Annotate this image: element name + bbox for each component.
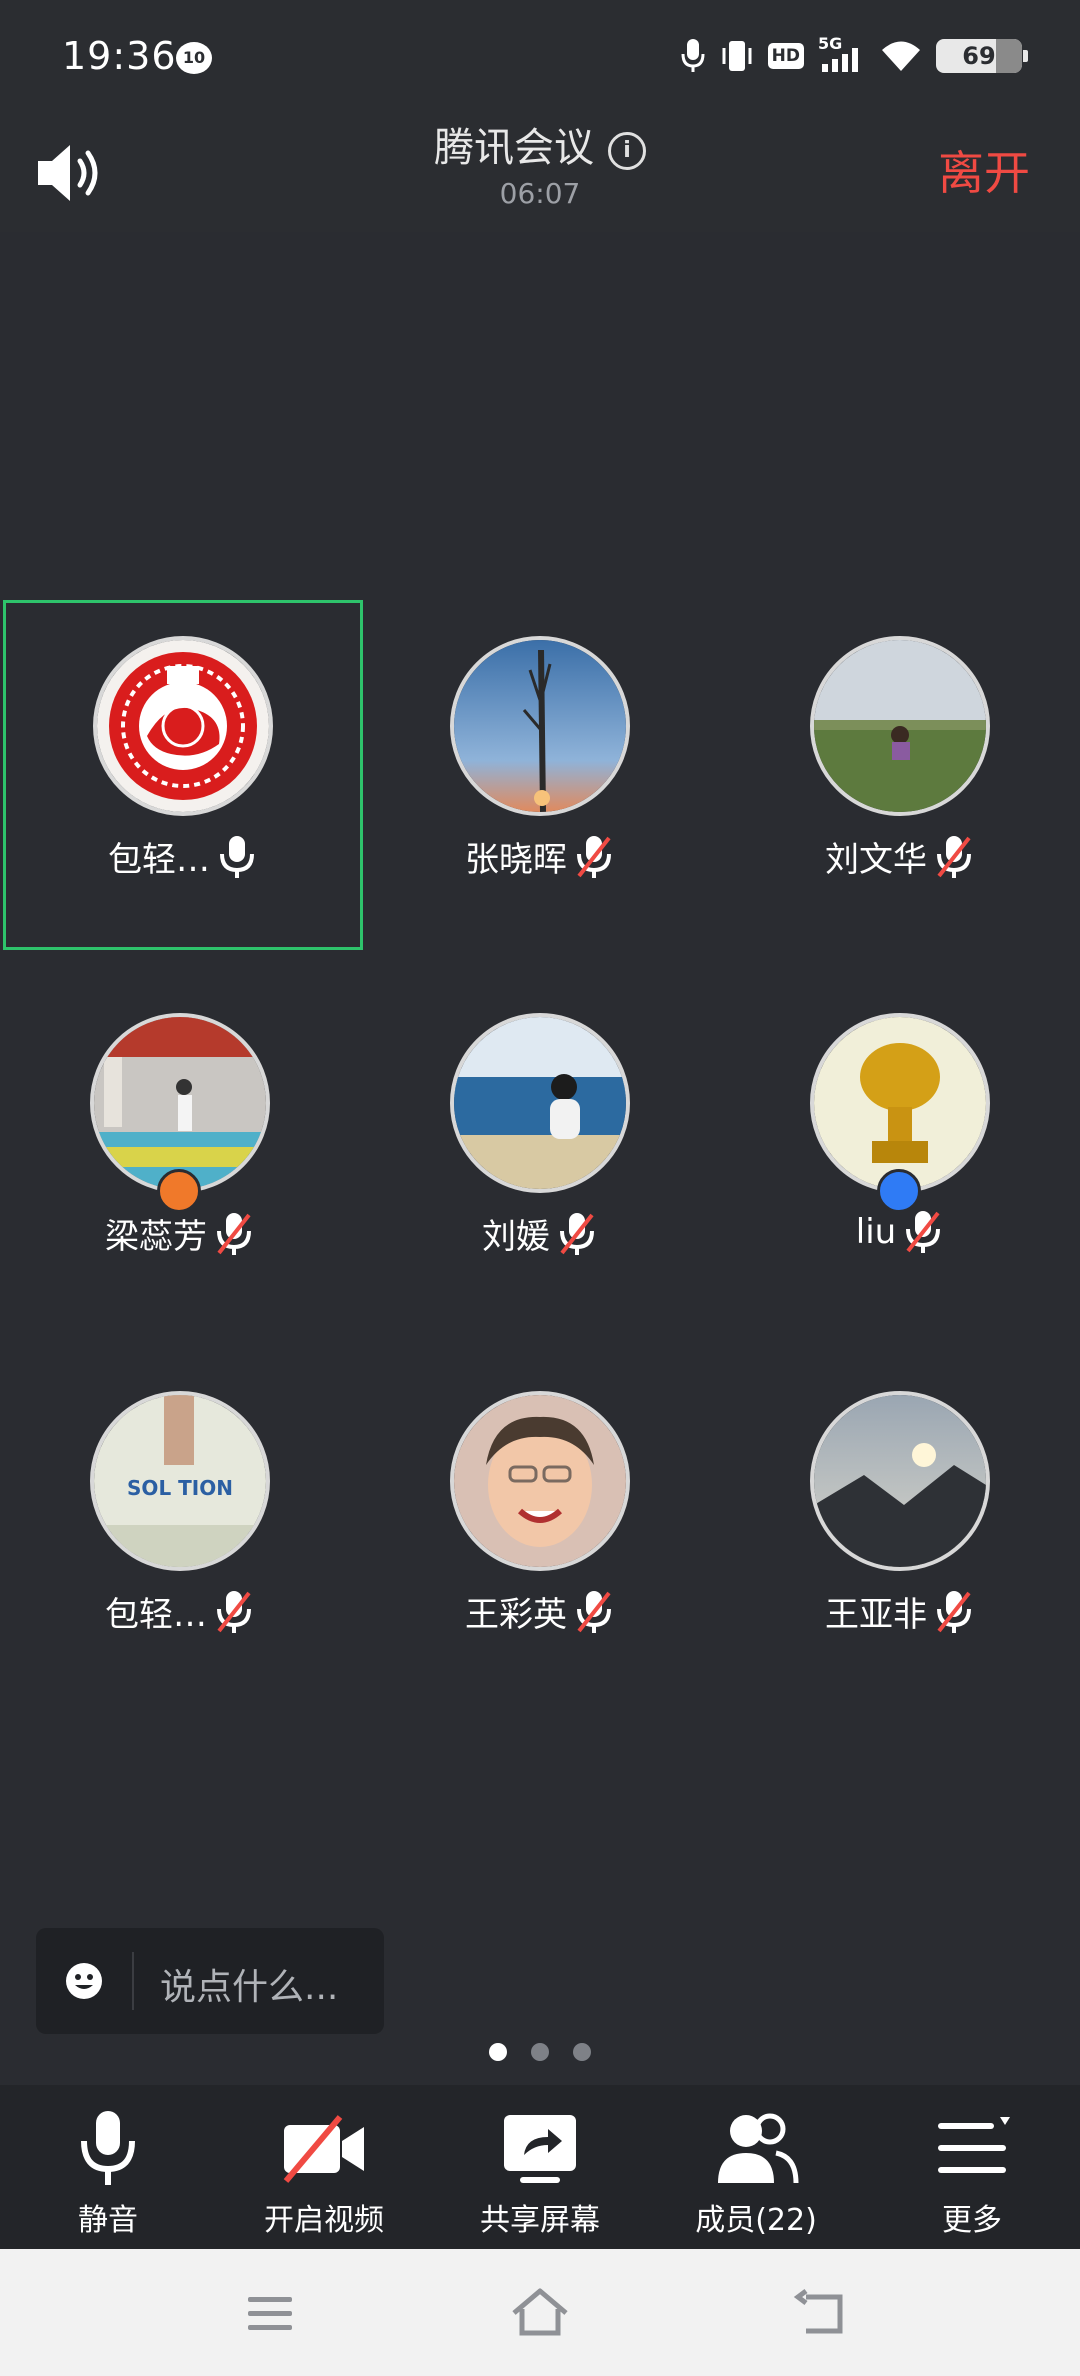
participant-tile[interactable]: liu — [720, 977, 1080, 1327]
signal-icon: 5G — [818, 34, 866, 74]
participant-name-row: liu — [720, 1209, 1080, 1255]
mic-muted-icon — [577, 835, 611, 878]
recent-apps-icon[interactable] — [238, 2283, 302, 2343]
avatar — [90, 1013, 270, 1193]
members-label: 成员(22) — [695, 2203, 817, 2238]
participant-tile[interactable]: SOL TION 包轻… — [0, 1355, 360, 1705]
share-screen-icon — [504, 2115, 576, 2183]
participant-name-row: 张晓晖 — [360, 832, 720, 881]
participant-name-row: 王彩英 — [360, 1587, 720, 1636]
page-dot[interactable] — [489, 2043, 507, 2061]
home-icon[interactable] — [508, 2283, 572, 2343]
meeting-header: 腾讯会议 i 06:07 离开 — [0, 115, 1080, 232]
hd-icon: HD — [767, 43, 804, 69]
mic-muted-icon — [906, 1211, 941, 1253]
participant-name-row: 包轻… — [3, 832, 363, 881]
mic-on-icon — [220, 835, 254, 878]
meeting-title-row[interactable]: 腾讯会议 i — [0, 115, 1080, 173]
avatar — [810, 1391, 990, 1571]
mute-button[interactable]: 静音 — [0, 2085, 216, 2249]
mute-label: 静音 — [78, 2203, 138, 2238]
mic-muted-icon — [577, 1590, 611, 1633]
participant-name-row: 王亚非 — [720, 1587, 1080, 1636]
page-indicator — [0, 2043, 1080, 2061]
system-navigation-bar — [0, 2249, 1080, 2376]
avatar — [93, 636, 273, 816]
mic-muted-icon — [937, 1590, 971, 1633]
notification-badge: 10 — [176, 42, 212, 74]
page-dot[interactable] — [573, 2043, 591, 2061]
mic-status-icon — [681, 39, 705, 72]
avatar-caption: SOL TION — [127, 1476, 233, 1500]
more-menu-icon — [938, 2117, 1010, 2173]
battery-level: 69 — [962, 42, 996, 70]
wifi-icon — [882, 41, 920, 71]
participant-name: 王彩英 — [465, 1595, 567, 1635]
participant-tile[interactable]: 刘文华 — [720, 600, 1080, 950]
mic-muted-icon — [560, 1212, 594, 1255]
cohost-badge-icon — [877, 1169, 921, 1213]
avatar — [450, 636, 630, 816]
video-off-icon — [283, 2115, 364, 2183]
meeting-title: 腾讯会议 — [434, 125, 594, 171]
participant-name: liu — [855, 1212, 897, 1252]
start-video-label: 开启视频 — [264, 2203, 384, 2238]
participant-name-row: 包轻… — [0, 1587, 360, 1636]
vibrate-icon — [722, 41, 752, 71]
status-icons: HD 5G 69 — [680, 34, 1028, 74]
more-button[interactable]: 更多 — [864, 2085, 1080, 2249]
mic-muted-icon — [937, 835, 971, 878]
meeting-toolbar: 静音 开启视频 共享屏幕 成员(22) 更多 — [0, 2085, 1080, 2249]
mic-muted-icon — [217, 1212, 251, 1255]
status-bar: 19:36 10 HD 5G 69 — [0, 0, 1080, 115]
participant-name: 张晓晖 — [465, 840, 567, 880]
participant-name: 刘媛 — [482, 1217, 550, 1257]
avatar — [810, 636, 990, 816]
battery-icon: 69 — [936, 39, 1028, 73]
participant-name-row: 梁蕊芳 — [0, 1209, 360, 1258]
participant-tile[interactable]: 王亚非 — [720, 1355, 1080, 1705]
participant-name: 王亚非 — [825, 1595, 927, 1635]
participant-tile[interactable]: 梁蕊芳 — [0, 977, 360, 1327]
chat-input[interactable]: 说点什么... — [36, 1928, 384, 2034]
participant-name: 包轻… — [108, 840, 210, 880]
host-badge-icon — [157, 1169, 201, 1213]
chat-placeholder: 说点什么... — [160, 1967, 339, 2008]
participant-tile[interactable]: 刘媛 — [360, 977, 720, 1327]
meeting-timer: 06:07 — [499, 177, 581, 210]
avatar: SOL TION — [90, 1391, 270, 1571]
participant-tile[interactable]: 王彩英 — [360, 1355, 720, 1705]
mic-icon — [81, 2111, 135, 2185]
share-screen-button[interactable]: 共享屏幕 — [432, 2085, 648, 2249]
emoji-icon[interactable] — [64, 1961, 104, 2001]
participant-name-row: 刘文华 — [720, 832, 1080, 881]
participant-tile[interactable]: 包轻… — [3, 600, 363, 950]
avatar — [450, 1391, 630, 1571]
status-time: 19:36 — [62, 34, 177, 78]
avatar — [810, 1013, 990, 1193]
info-icon[interactable]: i — [608, 132, 646, 170]
participant-tile[interactable]: 张晓晖 — [360, 600, 720, 950]
members-icon — [718, 2113, 799, 2184]
participant-name-row: 刘媛 — [360, 1209, 720, 1258]
share-screen-label: 共享屏幕 — [480, 2203, 600, 2238]
participant-name: 梁蕊芳 — [105, 1217, 207, 1257]
participant-name: 刘文华 — [825, 840, 927, 880]
back-icon[interactable] — [792, 2283, 856, 2343]
start-video-button[interactable]: 开启视频 — [216, 2085, 432, 2249]
mic-muted-icon — [217, 1590, 251, 1633]
avatar — [450, 1013, 630, 1193]
participant-name: 包轻… — [105, 1595, 207, 1635]
leave-button[interactable]: 离开 — [938, 137, 1030, 203]
members-button[interactable]: 成员(22) — [648, 2085, 864, 2249]
more-label: 更多 — [942, 2203, 1002, 2238]
participant-area: 包轻… 张晓晖 刘文华 梁蕊芳 刘媛 liu SOL TION 包轻… 王彩英 … — [0, 232, 1080, 2085]
page-dot[interactable] — [531, 2043, 549, 2061]
chat-divider — [132, 1952, 134, 2010]
